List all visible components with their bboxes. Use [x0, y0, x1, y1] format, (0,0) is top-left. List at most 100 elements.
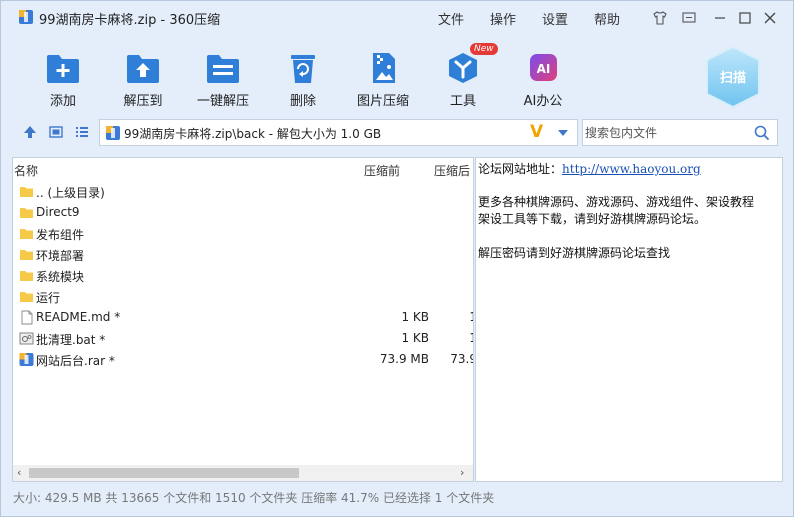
file-name: README.md * [36, 310, 121, 324]
file-list: 名称 压缩前 压缩后 .. (上级目录) Direct9 发布组件 环境部署 系… [12, 157, 474, 482]
menu-operate[interactable]: 操作 [490, 9, 516, 28]
folder-icon [20, 271, 33, 281]
close-button[interactable] [762, 10, 778, 26]
file-size: 1 KB [401, 331, 429, 345]
menu-settings[interactable]: 设置 [542, 9, 568, 28]
toolbar-label: 删除 [289, 94, 316, 109]
rar-archive-icon [19, 353, 34, 366]
search-input[interactable] [585, 123, 745, 143]
archive-app-icon [19, 10, 33, 24]
scroll-right-icon[interactable]: › [460, 466, 464, 479]
folder-icon [20, 250, 33, 260]
preview-forum-link[interactable]: http://www.haoyou.org [562, 162, 701, 176]
list-view-icon[interactable] [75, 125, 89, 139]
toolbar-label: AI办公 [523, 94, 563, 109]
message-icon [682, 12, 696, 23]
toolbar-extract-to-button[interactable]: 解压到 [108, 47, 178, 109]
file-packed-size: 1 [437, 331, 473, 345]
folder-icon [20, 187, 33, 197]
ai-icon-text: AI [537, 62, 551, 76]
file-name: 批清理.bat * [36, 333, 106, 347]
toolbar-label: 图片压缩 [356, 94, 409, 109]
status-bar: 大小: 429.5 MB 共 13665 个文件和 1510 个文件夹 压缩率 … [13, 491, 495, 505]
file-row[interactable]: .. (上级目录) [13, 181, 473, 202]
file-name: Direct9 [36, 205, 80, 219]
skin-button[interactable] [652, 10, 668, 26]
file-packed-size: 73.9 [450, 352, 473, 366]
trash-icon [291, 55, 315, 83]
file-name: 运行 [36, 291, 61, 305]
folder-icon [20, 292, 33, 302]
scan-label: 扫描 [719, 71, 746, 86]
tshirt-icon [653, 11, 667, 25]
preview-line: 论坛网站地址：http://www.haoyou.org [478, 160, 701, 177]
toolbar-one-click-extract-button[interactable]: 一键解压 [188, 47, 258, 109]
search-icon[interactable] [754, 125, 770, 141]
thumbnail-view-icon[interactable] [49, 125, 63, 139]
batch-file-icon [19, 332, 34, 345]
new-badge: New [470, 43, 498, 55]
column-header-size[interactable]: 压缩前 [364, 162, 400, 179]
preview-line: 解压密码请到好游棋牌源码论坛查找 [478, 246, 671, 260]
title-bar: 99湖南房卡麻将.zip - 360压缩 文件 操作 设置 帮助 [1, 1, 793, 33]
file-name: 网站后台.rar * [36, 354, 115, 368]
toolbar-add-button[interactable]: 添加 [28, 47, 98, 109]
scan-button[interactable]: 扫描 [704, 45, 762, 109]
column-header-name[interactable]: 名称 [14, 162, 38, 179]
image-compress-icon [373, 53, 395, 83]
tools-icon [449, 53, 477, 83]
preview-line: 架设工具等下载，请到好游棋牌源码论坛。 [478, 212, 707, 226]
file-name: 发布组件 [36, 228, 85, 242]
file-row[interactable]: 批清理.bat * 1 KB 1 [13, 328, 473, 349]
scrollbar-thumb[interactable] [29, 468, 299, 478]
file-packed-size: 1 [437, 310, 473, 324]
toolbar-delete-button[interactable]: 删除 [268, 47, 338, 109]
maximize-button[interactable] [737, 10, 753, 26]
search-box [582, 119, 778, 146]
preview-forum-label: 论坛网站地址： [478, 162, 563, 176]
file-row[interactable]: 系统模块 [13, 265, 473, 286]
security-v-icon[interactable]: V [530, 122, 543, 142]
file-row[interactable]: 网站后台.rar * 73.9 MB 73.9 [13, 349, 473, 370]
preview-pane: 论坛网站地址：http://www.haoyou.org 更多各种棋牌源码、游戏… [475, 157, 783, 482]
archive-file-icon [106, 126, 120, 140]
file-name: 系统模块 [36, 270, 85, 284]
document-icon [21, 310, 33, 325]
toolbar-ai-office-button[interactable]: AI AI办公 [508, 47, 578, 109]
minimize-icon [715, 17, 725, 19]
up-arrow-icon[interactable] [23, 125, 37, 139]
file-row[interactable]: 运行 [13, 286, 473, 307]
app-window: 99湖南房卡麻将.zip - 360压缩 文件 操作 设置 帮助 添加 解压到 … [0, 0, 794, 517]
chevron-down-icon[interactable] [558, 130, 568, 136]
file-name: .. (上级目录) [36, 186, 105, 200]
file-name: 环境部署 [36, 249, 85, 263]
add-folder-icon [47, 55, 79, 83]
preview-line: 更多各种棋牌源码、游戏源码、游戏组件、架设教程 [478, 195, 755, 209]
menu-help[interactable]: 帮助 [594, 9, 620, 28]
toolbar-image-compress-button[interactable]: 图片压缩 [348, 47, 418, 109]
file-row[interactable]: 环境部署 [13, 244, 473, 265]
address-bar[interactable]: 99湖南房卡麻将.zip\back - 解包大小为 1.0 GB V [99, 119, 578, 146]
horizontal-scrollbar[interactable]: ‹ › [13, 465, 473, 481]
close-icon [764, 12, 776, 24]
extract-to-icon [127, 55, 159, 83]
scroll-left-icon[interactable]: ‹ [17, 466, 21, 479]
address-path: 99湖南房卡麻将.zip\back - 解包大小为 1.0 GB [124, 127, 382, 141]
file-row[interactable]: README.md * 1 KB 1 [13, 307, 473, 328]
toolbar-tools-button[interactable]: New 工具 [428, 43, 498, 109]
toolbar-label: 解压到 [123, 94, 163, 109]
window-title: 99湖南房卡麻将.zip - 360压缩 [39, 13, 221, 28]
feedback-button[interactable] [681, 10, 697, 26]
file-row[interactable]: Direct9 [13, 202, 473, 223]
column-header-packed[interactable]: 压缩后 [434, 162, 470, 179]
toolbar-label: 工具 [449, 94, 476, 109]
file-size: 1 KB [401, 310, 429, 324]
one-click-extract-icon [207, 55, 239, 83]
menu-file[interactable]: 文件 [438, 9, 464, 28]
minimize-button[interactable] [712, 10, 728, 26]
folder-icon [20, 229, 33, 239]
maximize-icon [739, 12, 751, 24]
ai-office-icon: AI [530, 54, 557, 81]
file-row[interactable]: 发布组件 [13, 223, 473, 244]
file-size: 73.9 MB [379, 352, 429, 366]
